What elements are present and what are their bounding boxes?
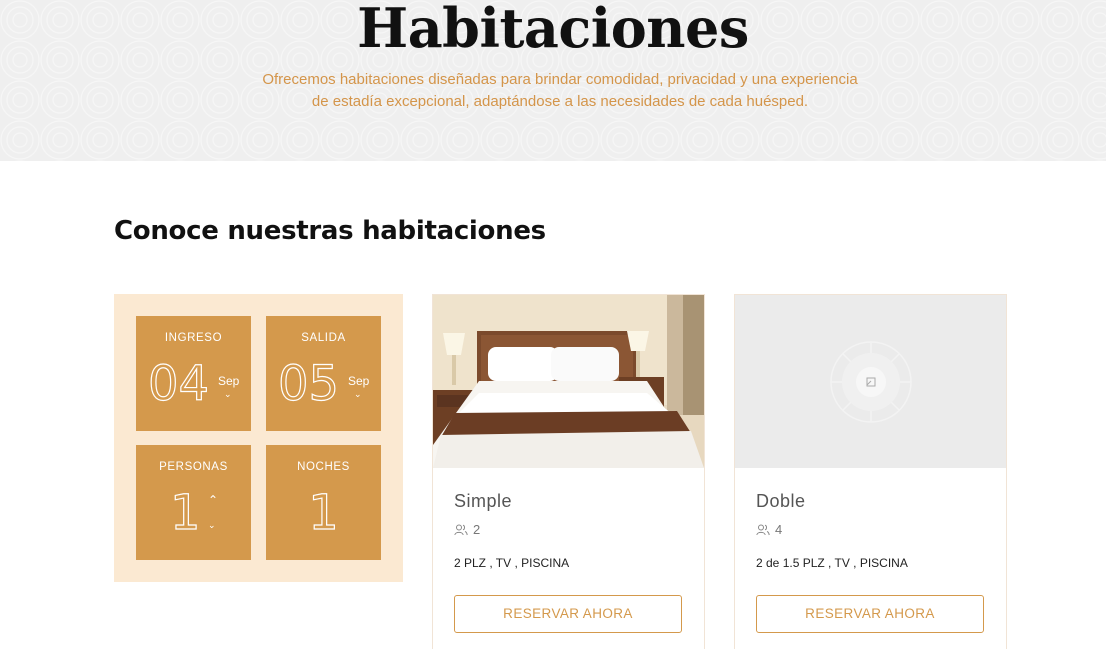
page-title: Habitaciones bbox=[357, 0, 749, 60]
room-card: Doble 4 2 de 1.5 PLZ , TV , PISCINA RESE… bbox=[734, 294, 1007, 649]
room-image bbox=[735, 295, 1006, 468]
guests-value: 1 bbox=[169, 484, 201, 541]
checkout-month: Sep bbox=[348, 374, 370, 388]
chevron-down-icon[interactable]: ⌄ bbox=[224, 390, 232, 400]
checkout-label: SALIDA bbox=[301, 332, 346, 344]
room-name: Doble bbox=[756, 491, 806, 511]
image-placeholder-icon bbox=[735, 295, 1006, 468]
room-capacity-value: 2 bbox=[473, 522, 481, 537]
hotel-bedroom-photo bbox=[433, 295, 704, 468]
room-amenities: 2 PLZ , TV , PISCINA bbox=[454, 556, 570, 570]
hero-subtitle-line: Ofrecemos habitaciones diseñadas para br… bbox=[262, 71, 858, 88]
users-icon bbox=[454, 524, 468, 535]
reserve-button[interactable]: RESERVAR AHORA bbox=[756, 595, 984, 633]
room-amenities: 2 de 1.5 PLZ , TV , PISCINA bbox=[756, 556, 908, 570]
room-card: Simple 2 2 PLZ , TV , PISCINA RESERVAR A… bbox=[432, 294, 705, 649]
booking-widget: INGRESO 04 Sep ⌄ SALIDA 05 Sep ⌄ PERSONA… bbox=[114, 294, 403, 582]
reserve-button[interactable]: RESERVAR AHORA bbox=[454, 595, 682, 633]
room-name: Simple bbox=[454, 491, 513, 511]
chevron-up-icon[interactable]: ⌃ bbox=[208, 493, 218, 507]
hero-subtitle: Ofrecemos habitaciones diseñadas para br… bbox=[220, 69, 900, 113]
checkin-date-picker[interactable]: INGRESO 04 Sep ⌄ bbox=[136, 316, 251, 431]
checkin-month: Sep bbox=[218, 374, 240, 388]
nights-value: 1 bbox=[308, 484, 340, 541]
users-icon bbox=[756, 524, 770, 535]
nights-display: NOCHES 1 bbox=[266, 445, 381, 560]
room-capacity: 4 bbox=[756, 522, 782, 537]
room-image bbox=[433, 295, 704, 468]
guests-label: PERSONAS bbox=[159, 461, 228, 473]
checkout-day: 05 bbox=[277, 355, 340, 412]
section-title: Conoce nuestras habitaciones bbox=[114, 216, 546, 246]
guests-stepper[interactable]: PERSONAS 1 ⌃ ⌄ bbox=[136, 445, 251, 560]
hero-banner: Habitaciones Ofrecemos habitaciones dise… bbox=[0, 0, 1106, 161]
checkout-date-picker[interactable]: SALIDA 05 Sep ⌄ bbox=[266, 316, 381, 431]
checkin-label: INGRESO bbox=[164, 332, 223, 344]
checkin-day: 04 bbox=[147, 355, 210, 412]
room-capacity: 2 bbox=[454, 522, 480, 537]
room-capacity-value: 4 bbox=[775, 522, 783, 537]
chevron-down-icon[interactable]: ⌄ bbox=[354, 390, 362, 400]
hero-subtitle-line: de estadía excepcional, adaptándose a la… bbox=[311, 93, 809, 110]
chevron-down-icon[interactable]: ⌄ bbox=[208, 521, 216, 531]
nights-label: NOCHES bbox=[297, 461, 350, 473]
